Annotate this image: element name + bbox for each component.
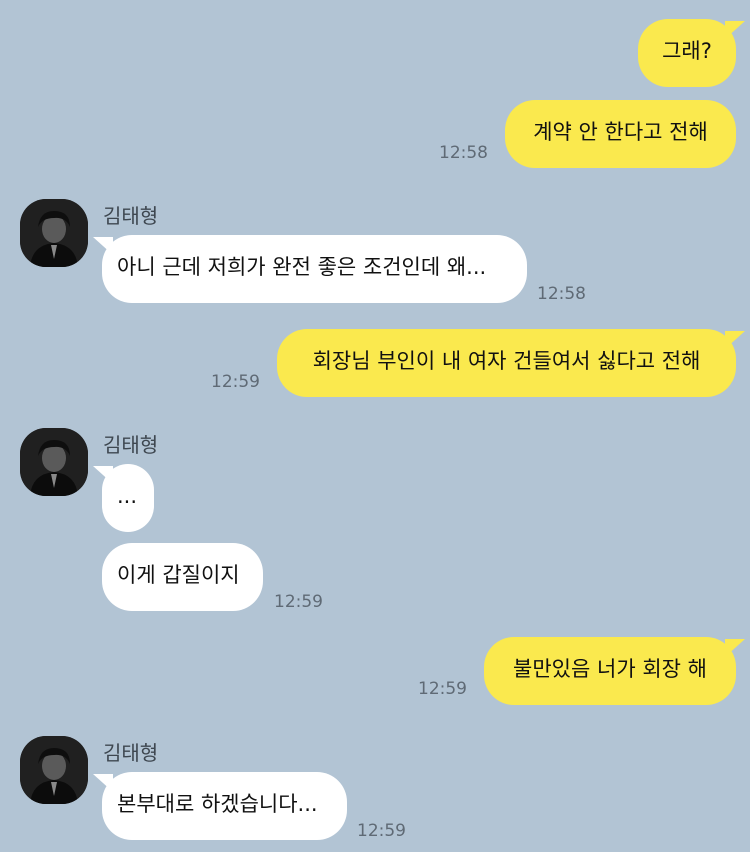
received-message-bubble[interactable]: ... [93, 464, 154, 532]
profile-photo-icon [20, 199, 88, 267]
message-text: 그래? [662, 39, 712, 63]
contact-name: 김태형 [103, 741, 159, 765]
message-text: 불만있음 너가 회장 해 [513, 657, 707, 681]
profile-photo-icon [20, 428, 88, 496]
contact-avatar[interactable] [20, 428, 88, 496]
sent-message-bubble[interactable]: 불만있음 너가 회장 해 [484, 637, 745, 705]
sent-message-bubble[interactable]: 그래? [638, 19, 745, 87]
bubble-tail [93, 466, 113, 484]
contact-name: 김태형 [103, 204, 159, 228]
received-message-bubble[interactable]: 본부대로 하겠습니다... [93, 772, 347, 840]
message-text: 아니 근데 저희가 완전 좋은 조건인데 왜... [117, 255, 487, 279]
bubble-tail [725, 21, 745, 39]
bubble-tail [725, 639, 745, 657]
received-message-bubble[interactable]: 아니 근데 저희가 완전 좋은 조건인데 왜... [93, 235, 527, 303]
profile-photo-icon [20, 736, 88, 804]
message-time: 12:59 [211, 372, 260, 392]
message-text: 회장님 부인이 내 여자 건들여서 싫다고 전해 [312, 349, 701, 373]
sent-message-bubble[interactable]: 회장님 부인이 내 여자 건들여서 싫다고 전해 [277, 329, 745, 397]
message-time: 12:58 [537, 284, 586, 304]
message-text: 본부대로 하겠습니다... [117, 792, 318, 816]
message-time: 12:59 [274, 592, 323, 612]
contact-name: 김태형 [103, 433, 159, 457]
message-text: ... [117, 484, 138, 508]
bubble-tail [93, 774, 113, 792]
message-time: 12:58 [439, 143, 488, 163]
message-time: 12:59 [357, 821, 406, 841]
contact-avatar[interactable] [20, 736, 88, 804]
bubble-tail [725, 331, 745, 349]
contact-avatar[interactable] [20, 199, 88, 267]
chat-area[interactable]: 그래? 12:58 계약 안 한다고 전해 김태형 아니 근데 저희가 완전 좋… [0, 0, 750, 852]
received-message-bubble[interactable]: 이게 갑질이지 [102, 543, 263, 611]
message-text: 이게 갑질이지 [117, 563, 240, 587]
message-time: 12:59 [418, 679, 467, 699]
sent-message-bubble[interactable]: 계약 안 한다고 전해 [505, 100, 736, 168]
bubble-tail [93, 237, 113, 255]
message-text: 계약 안 한다고 전해 [533, 120, 708, 144]
